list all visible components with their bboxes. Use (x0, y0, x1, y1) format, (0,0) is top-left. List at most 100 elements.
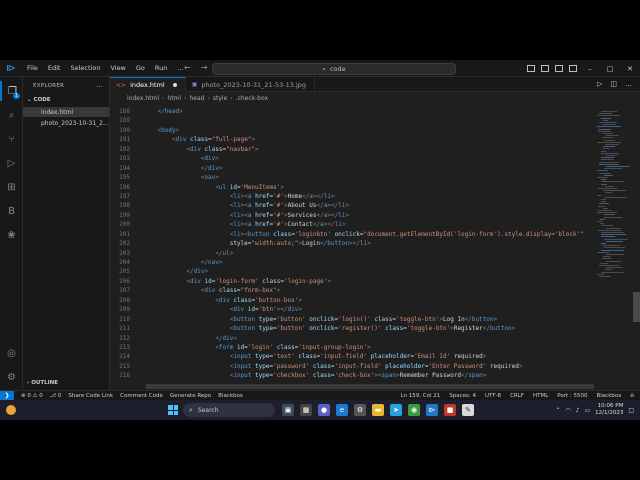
vscode-taskbar-icon[interactable]: ⧐ (426, 404, 438, 416)
folder-header[interactable]: ⌄ CODE (27, 97, 51, 103)
weather-icon[interactable] (6, 405, 16, 415)
code-line[interactable]: 196 <ul id='MenuItems'> (110, 183, 590, 192)
live-server-port[interactable]: Port : 5500 (557, 393, 587, 399)
menu-go[interactable]: Go (131, 64, 150, 72)
blackbox-icon[interactable]: B (0, 201, 23, 221)
maximize-icon[interactable]: □ (600, 65, 620, 73)
chrome-icon[interactable]: ◉ (408, 404, 420, 416)
source-control-icon[interactable]: ⑂ (0, 129, 23, 149)
settings-app-icon[interactable]: ⚙ (354, 404, 366, 416)
problems-indicator[interactable]: ⊗ 0 ⚠ 0 (21, 393, 43, 399)
more-icon[interactable]: … (625, 80, 632, 88)
extensions-icon[interactable]: ⊞ (0, 177, 23, 197)
notifications-bell-icon[interactable]: ⍾ (630, 393, 634, 400)
code-line[interactable]: 197 <li><a href='#'>Home</a></li> (110, 192, 590, 201)
menu-view[interactable]: View (105, 64, 130, 72)
encoding[interactable]: UTF-8 (485, 393, 501, 399)
unsaved-dot-icon[interactable] (172, 83, 177, 87)
split-editor-icon[interactable]: ◫ (610, 80, 617, 88)
code-line[interactable]: 203 </ul> (110, 249, 590, 258)
app-icon[interactable]: ■ (444, 404, 456, 416)
share-code-link[interactable]: Share Code Link (68, 393, 113, 399)
search-view-icon[interactable]: ⌕ (0, 105, 23, 125)
code-line[interactable]: 201 <li><button class='loginbtn' onclick… (110, 230, 590, 239)
taskbar-search[interactable]: ⌕ Search (183, 403, 275, 417)
code-line[interactable]: 200 <li><a href='#'>Contact</a></li> (110, 220, 590, 229)
code-line[interactable]: 208 <div class='button-box'> (110, 296, 590, 305)
comment-code-item[interactable]: Comment Code (120, 393, 163, 399)
remote-indicator-icon[interactable]: ❯ (0, 390, 14, 401)
blackbox-item[interactable]: Blackbox (218, 393, 243, 399)
code-line[interactable]: 212 </div> (110, 334, 590, 343)
code-line[interactable]: 206 <div id='login-form' class='login-pa… (110, 277, 590, 286)
file-item-photo[interactable]: photo_2023-10-31_2... (23, 118, 109, 128)
notifications-icon[interactable]: □ (628, 407, 634, 414)
clock[interactable]: 10:06 PM 12/1/2023 (595, 403, 623, 417)
customize-layout-icon[interactable] (569, 65, 577, 72)
toggle-secondary-sidebar-icon[interactable] (555, 65, 563, 72)
run-icon[interactable]: ▷ (597, 80, 602, 88)
minimize-icon[interactable]: – (580, 65, 600, 73)
command-center-search[interactable]: ⌕ code (212, 63, 456, 75)
code-line[interactable]: 195 <nav> (110, 173, 590, 182)
code-line[interactable]: 205 </div> (110, 267, 590, 276)
breadcrumb-item[interactable]: .check-box (236, 95, 268, 102)
breadcrumb-item[interactable]: html (167, 95, 181, 102)
toggle-primary-sidebar-icon[interactable] (527, 65, 535, 72)
chevron-up-icon[interactable]: ⌃ (555, 407, 560, 414)
paint-icon[interactable]: ✎ (462, 404, 474, 416)
settings-gear-icon[interactable]: ⚙ (0, 367, 23, 387)
openai-icon[interactable]: ❀ (0, 225, 23, 245)
menu-edit[interactable]: Edit (43, 64, 66, 72)
account-icon[interactable]: ◎ (0, 343, 23, 363)
menu-selection[interactable]: Selection (65, 64, 105, 72)
code-line[interactable]: 204 </nav> (110, 258, 590, 267)
explorer-icon[interactable]: ❐ 1 (0, 81, 23, 101)
volume-icon[interactable]: ♪ (576, 407, 580, 414)
code-line[interactable]: 193 <div> (110, 154, 590, 163)
line-ending[interactable]: CRLF (510, 393, 524, 399)
telegram-icon[interactable]: ➤ (390, 404, 402, 416)
run-debug-icon[interactable]: ▷ (0, 153, 23, 173)
code-line[interactable]: 192 <div class="navbar"> (110, 145, 590, 154)
outline-header[interactable]: › OUTLINE (27, 380, 58, 386)
code-editor[interactable]: 188 </head> 189 190 <body> 191 <div class="… (110, 107, 590, 387)
code-line[interactable]: 216 <input type='checkbox' class='check-… (110, 371, 590, 380)
windows-start-icon[interactable] (168, 405, 178, 415)
code-line[interactable]: 214 <input type='text' class='input-fiel… (110, 352, 590, 361)
file-explorer-icon[interactable]: ▬ (372, 404, 384, 416)
ports-indicator[interactable]: ⎇ 0 (50, 393, 62, 399)
indentation[interactable]: Spaces: 4 (449, 393, 476, 399)
forward-arrow-icon[interactable]: → (201, 63, 208, 72)
back-arrow-icon[interactable]: ← (184, 63, 191, 72)
code-line[interactable]: 213 <form id='login' class='input-group-… (110, 343, 590, 352)
code-line[interactable]: 199 <li><a href='#'>Services</a></li> (110, 211, 590, 220)
code-line[interactable]: 194 </div> (110, 164, 590, 173)
code-line[interactable]: 198 <li><a href='#'>About Us</a></li> (110, 201, 590, 210)
language-mode[interactable]: HTML (533, 393, 548, 399)
code-line[interactable]: 202 style="width:auto;">Login</button></… (110, 239, 590, 248)
teams-chat-icon[interactable]: ● (318, 404, 330, 416)
edge-browser-icon[interactable]: e (336, 404, 348, 416)
breadcrumb-item[interactable]: index.html (127, 95, 159, 102)
code-line[interactable]: 188 </head> (110, 107, 590, 116)
breadcrumb-item[interactable]: head (189, 95, 204, 102)
generate-repo-item[interactable]: Generate Repo (170, 393, 211, 399)
code-line[interactable]: 207 <div class="form-box"> (110, 286, 590, 295)
menu-file[interactable]: File (22, 64, 43, 72)
vertical-scrollbar-thumb[interactable] (633, 292, 640, 322)
blackbox-status[interactable]: Blackbox (597, 393, 622, 399)
minimap[interactable] (595, 107, 631, 387)
more-actions-icon[interactable]: … (96, 81, 103, 89)
code-line[interactable]: 210 <button type='button' onclick='login… (110, 315, 590, 324)
code-line[interactable]: 189 (110, 116, 590, 125)
code-line[interactable]: 190 <body> (110, 126, 590, 135)
breadcrumb-item[interactable]: style (213, 95, 227, 102)
close-icon[interactable]: ✕ (620, 65, 640, 73)
toggle-panel-icon[interactable] (541, 65, 549, 72)
file-item-index-html[interactable]: index.html (23, 107, 109, 117)
tab-index-html[interactable]: <> index.html (110, 77, 186, 92)
task-view-icon[interactable]: ▣ (282, 404, 294, 416)
code-line[interactable]: 191 <div class="full-page"> (110, 135, 590, 144)
battery-icon[interactable]: ▭ (584, 407, 590, 414)
